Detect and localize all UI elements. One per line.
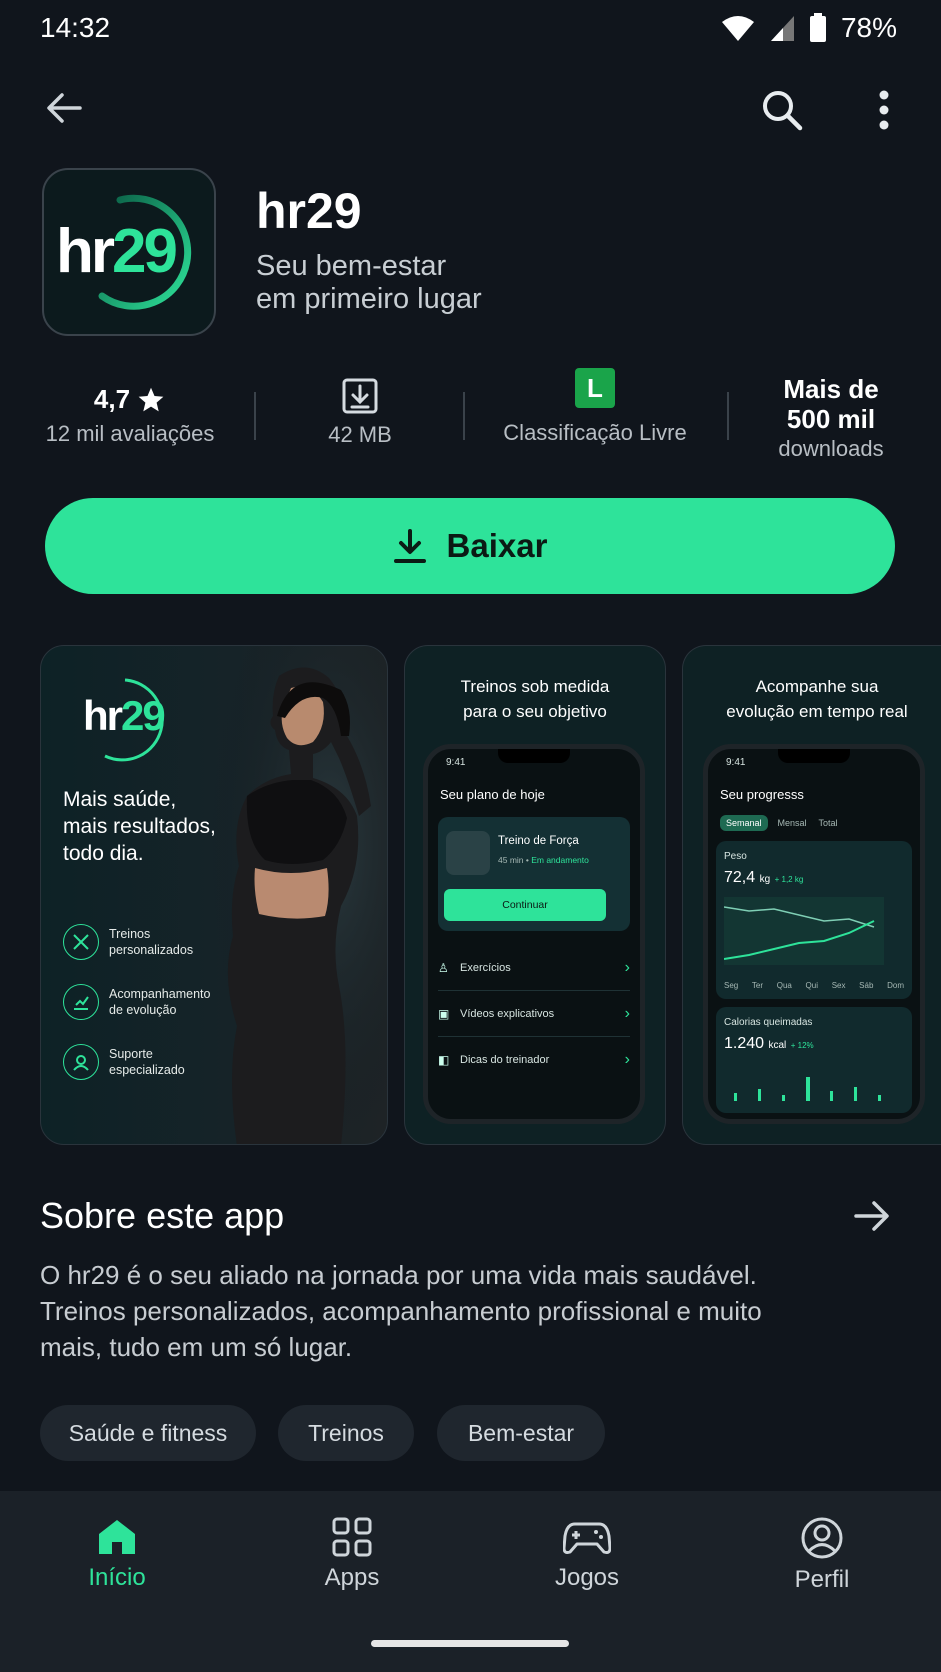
chip-health-fitness[interactable]: Saúde e fitness: [40, 1405, 256, 1461]
nav-games[interactable]: Jogos: [527, 1516, 647, 1592]
s2-caption: Treinos sob medida para o seu objetivo: [460, 677, 610, 721]
search-icon: [763, 91, 803, 131]
s2-menu-list: ♙ Exercícios › ▣ Vídeos explicativos › ◧ Dica…: [438, 945, 630, 1083]
gesture-handle: [371, 1640, 569, 1647]
app-icon: hr29: [42, 168, 216, 336]
chip-wellness[interactable]: Bem-estar: [437, 1405, 605, 1461]
rating-count: 12 mil avaliações: [45, 421, 215, 446]
stat-divider: [463, 392, 465, 440]
download-size-icon: [342, 378, 378, 414]
nav-apps[interactable]: Apps: [292, 1516, 412, 1592]
download-icon: [393, 529, 426, 563]
install-button[interactable]: Baixar: [45, 498, 895, 594]
gamepad-icon: [563, 1522, 611, 1554]
s3-tab-total: Total: [818, 818, 838, 828]
nav-profile[interactable]: Perfil: [762, 1516, 882, 1594]
s3-period-tabs: Semanal Mensal Total: [720, 815, 840, 831]
app-tagline: Seu bem-estar em primeiro lugar: [256, 250, 482, 315]
s3-weight-chart: [724, 897, 884, 965]
s2-phone: 9:41 Seu plano de hoje Treino de Força 4…: [423, 744, 645, 1124]
home-icon: [99, 1520, 135, 1554]
about-more-button[interactable]: [848, 1196, 896, 1236]
s2-continue-button: Continuar: [444, 889, 606, 921]
s2-workout-thumbnail: [446, 831, 490, 875]
stat-divider: [727, 392, 729, 440]
downloads-line2: 500 mil: [786, 404, 876, 434]
back-button[interactable]: [40, 84, 88, 132]
status-bar: 14:32 78%: [0, 0, 941, 60]
apps-grid-icon: [332, 1517, 372, 1557]
s3-phone: 9:41 Seu progresss Semanal Mensal Total …: [703, 744, 925, 1124]
app-icon-wordmark: hr29: [56, 217, 178, 286]
signal-icon: [770, 16, 794, 41]
s1-feature-list: Treinos personalizados Acompanhamento de e…: [63, 912, 210, 1092]
arrow-left-icon: [47, 93, 82, 123]
s3-weight-card: Peso 72,4 kg + 1,2 kg Seg Ter Qua Qui Sex Sáb…: [716, 841, 912, 999]
chip-workouts[interactable]: Treinos: [278, 1405, 414, 1461]
support-icon: [63, 1044, 99, 1080]
more-vert-icon: [879, 90, 889, 130]
install-button-label: Baixar: [446, 527, 548, 564]
downloads-label: downloads: [778, 436, 884, 461]
more-options-button[interactable]: [864, 84, 904, 136]
screenshot-3[interactable]: Acompanhe sua evolução em tempo real 9:4…: [682, 645, 941, 1145]
content-rating-badge: L: [575, 368, 615, 408]
battery-percent: 78%: [840, 12, 897, 43]
app-title: hr29: [256, 183, 362, 239]
size-stat: 42 MB: [300, 376, 420, 448]
screenshot-1[interactable]: hr29 Mais saúde, mais resultados, todo d…: [40, 645, 388, 1145]
s1-feature-item: Treinos personalizados: [63, 912, 210, 972]
s1-logo: hr29: [81, 672, 177, 768]
nav-home[interactable]: Início: [57, 1516, 177, 1592]
downloads-stat: Mais de 500 mil downloads: [752, 374, 910, 464]
star-icon: [138, 387, 164, 411]
s2-menu-item: ▣ Vídeos explicativos ›: [438, 991, 630, 1037]
s3-calories-bars: [734, 1077, 881, 1101]
size-value: 42 MB: [328, 422, 392, 447]
progress-chart-icon: [63, 984, 99, 1020]
s3-day-labels: Seg Ter Qua Qui Sex Sáb Dom: [724, 981, 904, 990]
s2-header: Seu plano de hoje: [440, 787, 545, 802]
stat-divider: [254, 392, 256, 440]
battery-icon: [809, 13, 826, 42]
s3-caption: Acompanhe sua evolução em tempo real: [726, 677, 908, 721]
s3-tab-weekly: Semanal: [720, 815, 768, 831]
workout-icon: [63, 924, 99, 960]
s1-feature-item: Acompanhamento de evolução: [63, 972, 210, 1032]
arrow-right-icon: [854, 1201, 889, 1231]
s1-headline: Mais saúde, mais resultados, todo dia.: [63, 788, 216, 865]
s2-workout-card: Treino de Força 45 min • Em andamento Co…: [438, 817, 630, 931]
about-description: O hr29 é o seu aliado na jornada por uma…: [40, 1260, 762, 1362]
s3-calories-card: Calorias queimadas 1.240 kcal + 12%: [716, 1007, 912, 1113]
wifi-icon: [721, 16, 754, 41]
content-rating-label: Classificação Livre: [503, 420, 687, 445]
rating-value: 4,7: [93, 384, 131, 414]
status-icons: 78%: [721, 12, 897, 44]
content-rating-stat[interactable]: L Classificação Livre: [480, 368, 710, 446]
search-button[interactable]: [756, 84, 808, 136]
about-title: Sobre este app: [40, 1195, 285, 1236]
s2-menu-item: ♙ Exercícios ›: [438, 945, 630, 991]
rating-stat[interactable]: 4,7 12 mil avaliações: [30, 384, 230, 447]
s1-feature-item: Suporte especializado: [63, 1032, 210, 1092]
s2-menu-item: ◧ Dicas do treinador ›: [438, 1051, 630, 1068]
s3-header: Seu progresss: [720, 787, 804, 802]
downloads-line1: Mais de: [783, 374, 879, 404]
profile-icon: [801, 1517, 843, 1559]
screenshot-2[interactable]: Treinos sob medida para o seu objetivo 9…: [404, 645, 666, 1145]
status-time: 14:32: [40, 12, 111, 43]
s3-tab-monthly: Mensal: [777, 818, 807, 828]
